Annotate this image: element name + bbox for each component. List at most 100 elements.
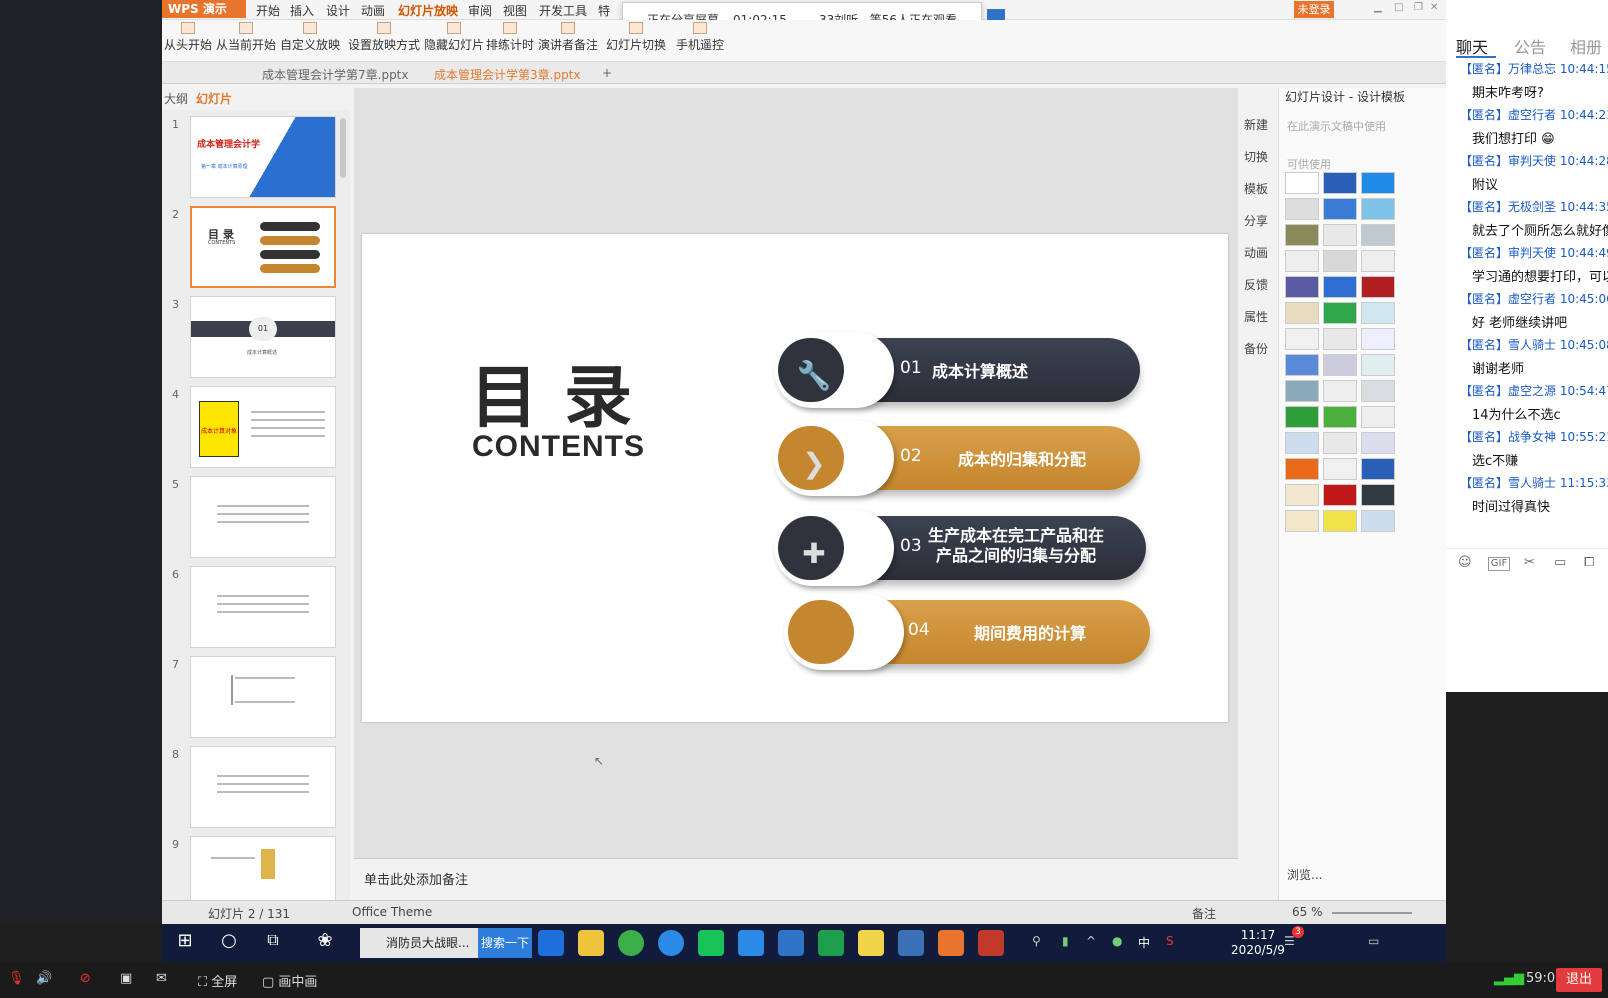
battery-icon[interactable]: ▮ [1062,934,1069,948]
template-thumbnail[interactable] [1361,406,1395,428]
ie-icon[interactable] [738,930,764,956]
thumbnail[interactable]: 01 成本计算概述 [190,296,336,378]
thumb-row-2[interactable]: 2 目 录 CONTENTS [162,204,350,288]
sogou-ime-icon[interactable]: S [1166,934,1174,948]
mic-muted-icon[interactable]: 🎙 [8,971,25,986]
template-thumbnail[interactable] [1285,328,1319,350]
template-thumbnail[interactable] [1285,510,1319,532]
edge-icon[interactable] [538,930,564,956]
template-thumbnail[interactable] [1323,458,1357,480]
menu-design[interactable]: 设计 [326,2,350,18]
design-browse[interactable]: 浏览... [1287,866,1322,883]
template-thumbnail[interactable] [1323,276,1357,298]
template-thumbnail[interactable] [1285,198,1319,220]
tab-album[interactable]: 相册 [1570,34,1602,58]
template-thumbnail[interactable] [1323,302,1357,324]
thumbnail[interactable] [190,746,336,828]
fullscreen-button[interactable]: ⛶ 全屏 [198,971,237,990]
camera-off-icon[interactable]: ⊘ [80,971,91,986]
minimize-icon[interactable]: ▁ [1374,2,1386,14]
template-thumbnail[interactable] [1323,328,1357,350]
thumb-row-3[interactable]: 3 01 成本计算概述 [162,294,350,378]
pip-button[interactable]: ▢ 画中画 [262,971,317,990]
wps-sheets-icon[interactable] [818,930,844,956]
template-thumbnail[interactable] [1361,432,1395,454]
menu-slideshow[interactable]: 幻灯片放映 [398,2,458,18]
app-blue-icon[interactable] [898,930,924,956]
thumb-row-5[interactable]: 5 [162,474,350,558]
side-new[interactable]: 新建 [1244,116,1268,133]
thumbnail[interactable]: 成本计算对象 [190,386,336,468]
menu-view[interactable]: 视图 [503,2,527,18]
wps-presentation-icon[interactable] [938,930,964,956]
windows-start-icon[interactable]: ⊞ [172,930,198,956]
template-thumbnail[interactable] [1361,198,1395,220]
template-thumbnail[interactable] [1361,302,1395,324]
doc-tab-ch7[interactable]: 成本管理会计学第7章.pptx [262,66,409,82]
tab-announcement[interactable]: 公告 [1514,34,1546,58]
action-center-icon[interactable]: ▭ [1368,934,1379,948]
template-thumbnail[interactable] [1285,406,1319,428]
wps-logo[interactable]: WPS 演示 [162,0,246,18]
thumb-row-6[interactable]: 6 [162,564,350,648]
slide[interactable]: 目录 CONTENTS 🔧 01 成本计算概述 ❯ 02 成本的归集和分配 ✚ … [362,234,1228,722]
menu-insert[interactable]: 插入 [290,2,314,18]
thumbnail-scrollbar[interactable] [340,118,346,178]
template-thumbnail[interactable] [1285,276,1319,298]
side-switch[interactable]: 切换 [1244,148,1268,165]
template-thumbnail[interactable] [1361,276,1395,298]
ime-indicator[interactable]: 中 [1138,934,1150,951]
template-thumbnail[interactable] [1361,354,1395,376]
tab-slides[interactable]: 幻灯片 [196,90,232,107]
template-thumbnail[interactable] [1285,458,1319,480]
chevron-up-icon[interactable]: ^ [1086,934,1096,948]
template-thumbnail[interactable] [1323,406,1357,428]
template-thumbnail[interactable] [1323,432,1357,454]
template-thumbnail[interactable] [1285,250,1319,272]
taskbar-search-button[interactable]: 搜索一下 [478,928,532,958]
thumb-row-7[interactable]: 7 [162,654,350,738]
ribbon-speaker-notes[interactable]: 演讲者备注 [538,22,598,60]
speaker-icon[interactable]: 🔊 [36,971,52,986]
thumbnail[interactable] [190,476,336,558]
thumb-row-9[interactable]: 9 [162,834,350,900]
side-feedback[interactable]: 反馈 [1244,276,1268,293]
template-thumbnail[interactable] [1285,380,1319,402]
template-thumbnail[interactable] [1285,432,1319,454]
template-thumbnail[interactable] [1285,484,1319,506]
ribbon-phone-remote[interactable]: 手机遥控 [676,22,724,60]
thumbnail[interactable] [190,656,336,738]
emoji-icon[interactable]: ☺ [1458,555,1476,573]
thumbnail[interactable] [190,836,336,900]
template-thumbnail[interactable] [1361,484,1395,506]
template-thumbnail[interactable] [1285,224,1319,246]
wps-writer-icon[interactable] [778,930,804,956]
screen-share-icon[interactable]: ▣ [120,971,132,986]
template-thumbnail[interactable] [1361,328,1395,350]
sogou-icon[interactable] [658,930,684,956]
template-thumbnail[interactable] [1323,354,1357,376]
app-red-icon[interactable] [978,930,1004,956]
iqiyi-icon[interactable] [698,930,724,956]
cortana-icon[interactable]: ○ [216,930,242,956]
chat-bubble-icon[interactable]: ✉ [156,971,167,986]
zoom-level[interactable]: 65 % [1292,905,1323,919]
contents-item-4[interactable]: 04 期间费用的计算 [784,594,1150,670]
template-thumbnail[interactable] [1323,380,1357,402]
thumbnail[interactable]: 成本管理会计学 第一章 成本计算原理 [190,116,336,198]
thumbnail[interactable] [190,566,336,648]
template-thumbnail[interactable] [1361,458,1395,480]
template-thumbnail[interactable] [1323,484,1357,506]
scissors-icon[interactable]: ✂ [1524,555,1542,573]
restore-icon[interactable]: ❐ [1414,2,1426,14]
template-thumbnail[interactable] [1285,354,1319,376]
template-thumbnail[interactable] [1361,510,1395,532]
file-explorer-icon[interactable] [578,930,604,956]
template-thumbnail[interactable] [1361,224,1395,246]
screenshot-icon[interactable]: ⧠ [1584,555,1602,573]
template-thumbnail[interactable] [1323,250,1357,272]
app-icon[interactable]: ❀ [312,930,338,956]
person-icon[interactable]: ⚲ [1032,934,1041,948]
template-thumbnail[interactable] [1285,172,1319,194]
doc-tab-ch3[interactable]: 成本管理会计学第3章.pptx [434,66,581,82]
